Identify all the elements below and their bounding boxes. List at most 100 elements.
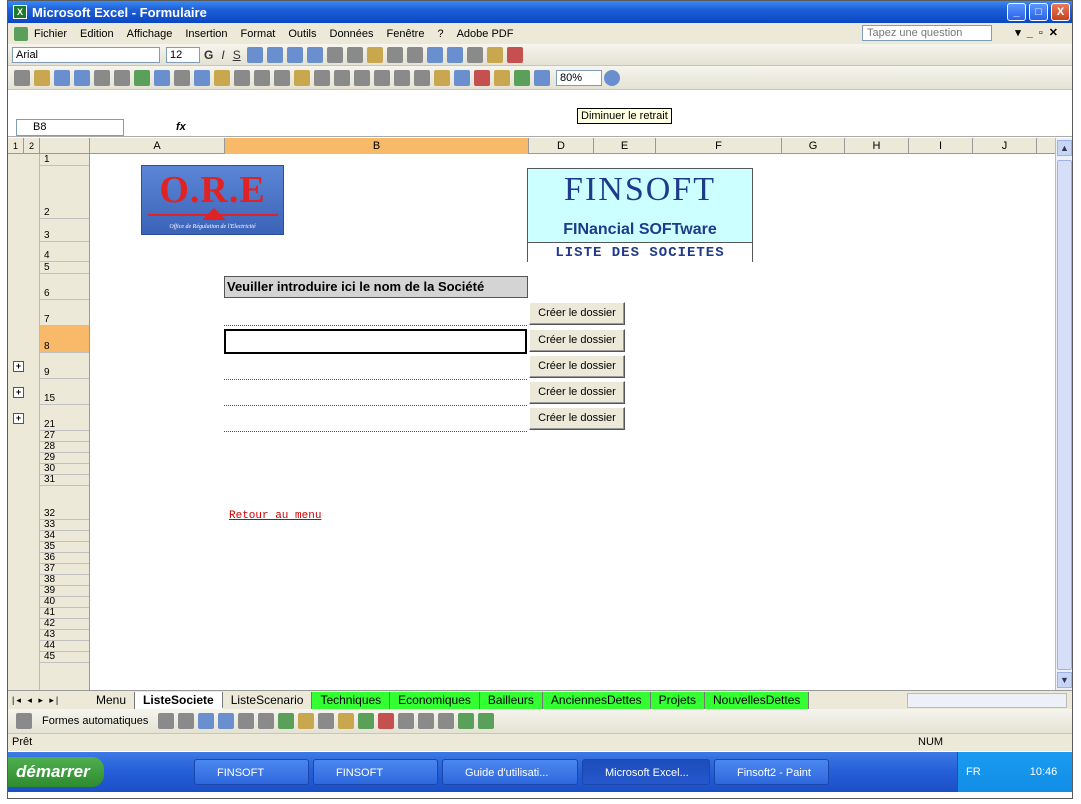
picture-icon[interactable] [318, 713, 335, 729]
company-input-2-selected[interactable] [224, 329, 527, 354]
create-folder-button[interactable]: Créer le dossier [529, 355, 625, 378]
column-header[interactable]: A [90, 138, 225, 154]
company-input-5[interactable] [224, 431, 527, 432]
task-excel[interactable]: Microsoft Excel... [582, 759, 710, 785]
save-icon[interactable] [54, 69, 70, 86]
wordart-icon[interactable] [258, 713, 275, 729]
form-icon-2[interactable] [254, 69, 270, 86]
decrease-decimal-icon[interactable] [406, 46, 423, 63]
arrow-style-icon[interactable] [438, 713, 455, 729]
rectangle-icon[interactable] [198, 713, 215, 729]
doc-window-controls-icon[interactable]: ▾_▫✕ [1015, 26, 1064, 39]
tab-listesociete[interactable]: ListeSociete [135, 691, 223, 709]
underline-icon[interactable]: S [233, 48, 241, 62]
align-left-icon[interactable] [246, 46, 263, 63]
permission-icon[interactable] [74, 69, 90, 86]
cut-icon[interactable] [174, 69, 190, 86]
decrease-indent-icon[interactable] [426, 46, 443, 63]
help-icon[interactable] [604, 69, 620, 86]
row-header[interactable]: 21 [40, 405, 89, 431]
line-color-icon[interactable] [358, 713, 375, 729]
tab-nouvellesdettes[interactable]: NouvellesDettes [705, 691, 810, 709]
line-style-icon[interactable] [398, 713, 415, 729]
3d-icon[interactable] [478, 713, 495, 729]
font-color-icon[interactable] [378, 713, 395, 729]
expand-group-icon[interactable]: + [13, 387, 24, 398]
language-indicator[interactable]: FR [966, 766, 981, 778]
spreadsheet-grid[interactable]: + + + 1 2 3 4 5 6 7 8 9 15 21 27 28 29 3… [8, 154, 1072, 690]
clipart-icon[interactable] [298, 713, 315, 729]
print-icon[interactable] [94, 69, 110, 86]
sort-extra-icon[interactable] [494, 69, 510, 86]
expand-group-icon[interactable]: + [13, 361, 24, 372]
outline-level-1[interactable]: 1 [8, 138, 24, 154]
fill-color-icon[interactable] [486, 46, 503, 63]
textbox-icon[interactable] [238, 713, 255, 729]
start-button[interactable]: démarrer [8, 757, 104, 787]
select-all-corner[interactable] [40, 138, 90, 154]
copy-icon[interactable] [194, 69, 210, 86]
sum-icon[interactable] [374, 69, 390, 86]
minimize-button[interactable]: _ [1007, 3, 1026, 21]
scroll-up-icon[interactable]: ▲ [1057, 140, 1072, 156]
menu-donnees[interactable]: Données [330, 28, 374, 40]
row-header[interactable]: 1 [40, 154, 89, 166]
euro-icon[interactable] [366, 46, 383, 63]
company-input-3[interactable] [224, 379, 527, 380]
italic-icon[interactable]: I [221, 48, 224, 62]
column-header[interactable]: D [529, 138, 594, 154]
row-header[interactable]: 31 [40, 474, 89, 486]
percent-icon[interactable] [346, 46, 363, 63]
tab-listescenario[interactable]: ListeScenario [223, 691, 313, 709]
fill-color-icon[interactable] [338, 713, 355, 729]
tab-menu[interactable]: Menu [88, 691, 136, 709]
close-button[interactable]: X [1051, 3, 1070, 21]
vertical-scrollbar[interactable]: ▲ ▼ [1055, 138, 1072, 690]
column-header[interactable]: F [656, 138, 782, 154]
create-folder-button[interactable]: Créer le dossier [529, 329, 625, 352]
borders-icon[interactable] [466, 46, 483, 63]
align-right-icon[interactable] [286, 46, 303, 63]
hyperlink-icon[interactable] [354, 69, 370, 86]
row-header[interactable]: 2 [40, 166, 89, 219]
row-header[interactable]: 3 [40, 219, 89, 242]
menu-help[interactable]: ? [437, 28, 443, 40]
currency-icon[interactable] [326, 46, 343, 63]
diagram-icon[interactable] [278, 713, 295, 729]
column-header[interactable]: H [845, 138, 909, 154]
increase-decimal-icon[interactable] [386, 46, 403, 63]
column-header[interactable]: E [594, 138, 656, 154]
sort-asc-icon[interactable] [394, 69, 410, 86]
column-header[interactable]: J [973, 138, 1037, 154]
arrow-icon[interactable] [178, 713, 195, 729]
scroll-down-icon[interactable]: ▼ [1057, 672, 1072, 688]
format-painter-icon[interactable] [294, 69, 310, 86]
fx-icon[interactable]: fx [176, 121, 186, 133]
undo-icon[interactable] [314, 69, 330, 86]
font-color-icon[interactable] [506, 46, 523, 63]
row-header[interactable]: 4 [40, 242, 89, 262]
row-header[interactable]: 45 [40, 651, 89, 663]
tab-techniques[interactable]: Techniques [312, 691, 391, 709]
back-to-menu-link[interactable]: Retour au menu [229, 510, 321, 522]
drawing-toggle-icon[interactable] [534, 69, 550, 86]
font-select[interactable]: Arial [12, 46, 160, 63]
company-input-4[interactable] [224, 405, 527, 406]
menu-insertion[interactable]: Insertion [185, 28, 227, 40]
task-paint[interactable]: Finsoft2 - Paint [714, 759, 829, 785]
paste-icon[interactable] [214, 69, 230, 86]
task-guide[interactable]: Guide d'utilisati... [442, 759, 578, 785]
tab-anciennesdettes[interactable]: AnciennesDettes [542, 691, 651, 709]
row-header[interactable]: 6 [40, 274, 89, 300]
quick-launch[interactable] [104, 762, 194, 782]
menu-fichier[interactable]: Fichier [34, 28, 67, 40]
open-icon[interactable] [34, 69, 50, 86]
tab-projets[interactable]: Projets [650, 691, 706, 709]
menu-format[interactable]: Format [241, 28, 276, 40]
spelling-icon[interactable] [134, 69, 150, 86]
menu-adobe-pdf[interactable]: Adobe PDF [457, 28, 514, 40]
chart-icon[interactable] [514, 69, 530, 86]
shadow-icon[interactable] [458, 713, 475, 729]
create-folder-button[interactable]: Créer le dossier [529, 407, 625, 430]
column-header[interactable]: I [909, 138, 973, 154]
